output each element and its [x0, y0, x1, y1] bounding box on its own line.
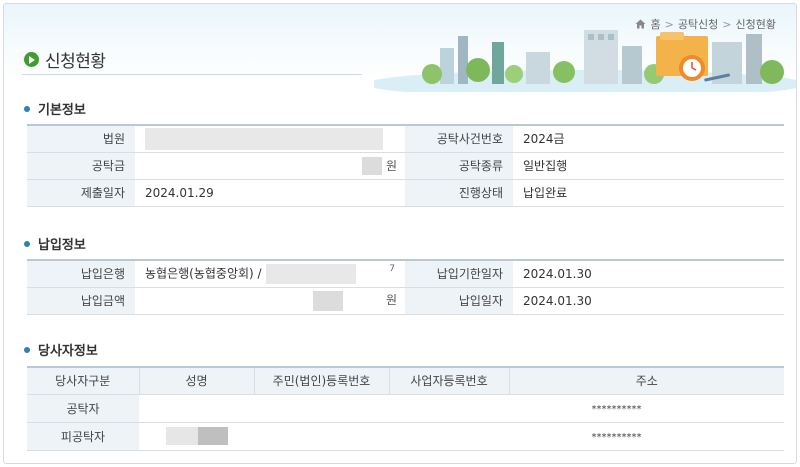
- label-payment-amount: 납입금액: [27, 287, 135, 315]
- table-row: 제출일자 2024.01.29 진행상태 납입완료: [27, 179, 784, 207]
- label-deposit-amount: 공탁금: [27, 152, 135, 180]
- table-row: 납입은행 농협은행(농협중앙회) /7 납입기한일자 2024.01.30: [27, 260, 784, 288]
- value-case-number: 2024금: [513, 125, 784, 153]
- table-row: 피공탁자 **********: [27, 422, 784, 451]
- table-header-row: 당사자구분 성명 주민(법인)등록번호 사업자등록번호 주소: [27, 367, 784, 395]
- header-banner: 홈 > 공탁신청 > 신청현황 신청현황: [4, 4, 796, 92]
- value-deposit-type: 일반집행: [513, 152, 784, 180]
- cell-business-number: [389, 394, 509, 423]
- play-circle-icon: [24, 52, 39, 67]
- column-header-name: 성명: [139, 367, 255, 395]
- section-title: 납입정보: [38, 238, 86, 253]
- page-title: 신청현황: [45, 52, 106, 72]
- label-submit-date: 제출일자: [27, 179, 135, 207]
- label-payment-due-date: 납입기한일자: [405, 260, 513, 288]
- value-payment-due-date: 2024.01.30: [513, 260, 784, 288]
- value-deposit-amount: 원: [135, 152, 405, 180]
- payment-info-table: 납입은행 농협은행(농협중앙회) /7 납입기한일자 2024.01.30 납입…: [27, 259, 784, 315]
- label-payment-date: 납입일자: [405, 287, 513, 315]
- column-header-business-number: 사업자등록번호: [389, 367, 510, 395]
- value-payment-date: 2024.01.30: [513, 287, 784, 315]
- value-court: [135, 125, 405, 153]
- cell-party-type: 공탁자: [27, 394, 139, 423]
- bullet-icon: [24, 346, 30, 353]
- title-underline: [22, 74, 362, 75]
- column-header-resident-number: 주민(법인)등록번호: [254, 367, 390, 395]
- label-deposit-type: 공탁종류: [405, 152, 513, 180]
- section-title: 기본정보: [38, 103, 86, 118]
- masked-value: [197, 427, 228, 445]
- city-illustration-icon: [374, 30, 796, 92]
- value-progress-status: 납입완료: [513, 179, 784, 207]
- masked-value: [361, 156, 382, 175]
- value-payment-bank: 농협은행(농협중앙회) /7: [135, 260, 405, 288]
- page-frame: 홈 > 공탁신청 > 신청현황 신청현황 기본정보 법원 공탁사건번호 2024…: [3, 3, 797, 464]
- unit-won: 원: [385, 292, 397, 307]
- cell-business-number: [389, 422, 509, 451]
- table-row: 납입금액 원 납입일자 2024.01.30: [27, 287, 784, 315]
- value-submit-date: 2024.01.29: [135, 179, 405, 207]
- table-row: 공탁자 **********: [27, 394, 784, 423]
- value-payment-amount: 원: [135, 287, 405, 315]
- masked-value: [145, 127, 383, 150]
- section-party-info-heading: 당사자정보: [24, 340, 98, 359]
- basic-info-table: 법원 공탁사건번호 2024금 공탁금 원 공탁종류 일반집행 제출일자 202…: [27, 124, 784, 207]
- account-suffix: 7: [389, 263, 395, 274]
- masked-value: [265, 263, 356, 284]
- label-court: 법원: [27, 125, 135, 153]
- cell-address: **********: [509, 394, 784, 423]
- label-progress-status: 진행상태: [405, 179, 513, 207]
- section-basic-info-heading: 기본정보: [24, 99, 86, 118]
- bullet-icon: [24, 240, 30, 247]
- section-payment-info-heading: 납입정보: [24, 234, 86, 253]
- column-header-address: 주소: [509, 367, 784, 395]
- bullet-icon: [24, 105, 30, 112]
- cell-address: **********: [509, 422, 784, 451]
- masked-value: [313, 290, 343, 311]
- unit-won: 원: [385, 158, 397, 173]
- column-header-party-type: 당사자구분: [27, 367, 140, 395]
- cell-resident-number: [254, 422, 389, 451]
- table-row: 법원 공탁사건번호 2024금: [27, 125, 784, 153]
- label-case-number: 공탁사건번호: [405, 125, 513, 153]
- cell-name: [139, 394, 254, 423]
- page-title-area: 신청현황: [24, 47, 106, 72]
- cell-party-type: 피공탁자: [27, 422, 139, 451]
- masked-value: [165, 427, 198, 445]
- label-payment-bank: 납입은행: [27, 260, 135, 288]
- table-row: 공탁금 원 공탁종류 일반집행: [27, 152, 784, 180]
- cell-name: [139, 422, 254, 451]
- section-title: 당사자정보: [38, 344, 98, 359]
- party-info-table: 당사자구분 성명 주민(법인)등록번호 사업자등록번호 주소 공탁자 *****…: [27, 366, 784, 451]
- cell-resident-number: [254, 394, 389, 423]
